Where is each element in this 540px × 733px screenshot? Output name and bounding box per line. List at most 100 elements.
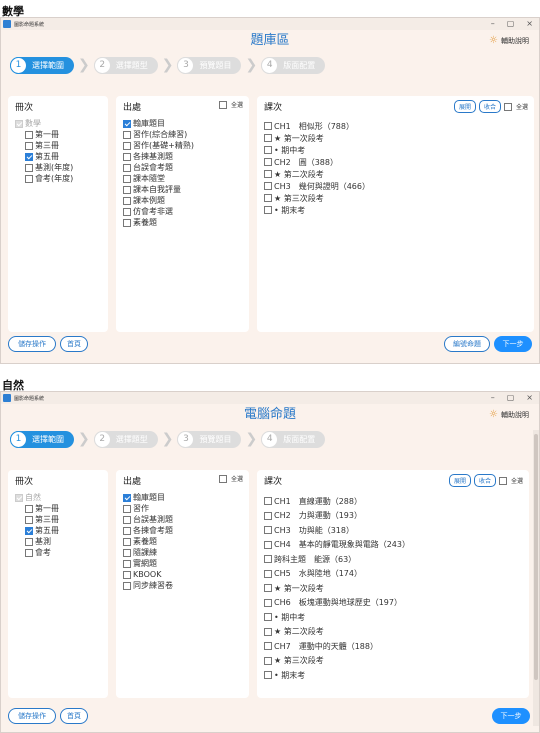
save-operation-button[interactable]: 儲存操作 [8, 708, 56, 724]
step-2[interactable]: 2 選擇題型 [93, 56, 158, 74]
help-label: 輔助說明 [501, 410, 529, 419]
lesson-item[interactable]: • 期中考 [264, 610, 522, 625]
step-4[interactable]: 4 版面配置 [261, 56, 326, 74]
volume-item[interactable]: 第一冊 [15, 129, 101, 140]
source-item[interactable]: 習作(基礎+精熟) [123, 140, 242, 151]
help-label: 輔助說明 [501, 36, 529, 45]
minimize-icon[interactable]: – [491, 19, 495, 28]
next-step-button[interactable]: 下一步 [492, 708, 530, 724]
select-all-checkbox[interactable]: 全選 [218, 100, 243, 109]
lightbulb-icon: ☼ [489, 409, 498, 420]
lesson-item[interactable]: ★ 第三次段考 [264, 654, 522, 669]
source-title: 出處 [123, 102, 142, 113]
lesson-item[interactable]: CH2 圓（388） [264, 156, 527, 168]
help-button[interactable]: ☼ 輔助說明 [489, 35, 529, 46]
lesson-item[interactable]: CH5 水與陸地（174） [264, 567, 522, 582]
help-button[interactable]: ☼ 輔助說明 [489, 409, 529, 420]
lesson-item[interactable]: • 期末考 [264, 668, 522, 683]
volume-item[interactable]: 會考(年度) [15, 173, 101, 184]
select-all-checkbox[interactable]: 全選 [218, 474, 243, 483]
home-button[interactable]: 首頁 [60, 336, 88, 352]
source-item[interactable]: 課本隨堂 [123, 173, 242, 184]
lesson-item[interactable]: CH3 幾何與證明（466） [264, 180, 527, 192]
source-item[interactable]: 課本例題 [123, 195, 242, 206]
step-1[interactable]: 1 選擇範圍 [10, 56, 74, 74]
select-all-checkbox[interactable]: 全選 [503, 102, 528, 111]
source-item[interactable]: 各揀基測題 [123, 151, 242, 162]
lesson-item[interactable]: ★ 第一次段考 [264, 132, 527, 144]
source-item[interactable]: 各揀會考題 [123, 525, 242, 536]
scroll-thumb[interactable] [534, 434, 538, 680]
lesson-item[interactable]: CH2 力與運動（193） [264, 509, 522, 524]
step-3[interactable]: 3 預覽題目 [177, 56, 242, 74]
app-title: 圖影命題系統 [14, 395, 45, 402]
step-1[interactable]: 1 選擇範圍 [10, 430, 74, 448]
source-item[interactable]: 隨課練 [123, 547, 242, 558]
source-item[interactable]: 課本自我評量 [123, 184, 242, 195]
source-item[interactable]: 台誤會考題 [123, 162, 242, 173]
volume-item[interactable]: 第五冊 [15, 525, 101, 536]
source-item[interactable]: 素養題 [123, 217, 242, 228]
source-item[interactable]: 仿會考非選 [123, 206, 242, 217]
source-item[interactable]: KBOOK [123, 569, 242, 580]
maximize-icon[interactable]: ▢ [507, 19, 515, 28]
volume-item[interactable]: 第五冊 [15, 151, 101, 162]
next-step-button[interactable]: 下一步 [494, 336, 532, 352]
source-item[interactable]: 習作 [123, 503, 242, 514]
chevron-right-icon: ❯ [161, 57, 174, 73]
step-4[interactable]: 4 版面配置 [261, 430, 326, 448]
collapse-button[interactable]: 收合 [478, 100, 501, 113]
lesson-item[interactable]: CH7 運動中的天體（188） [264, 639, 522, 654]
lesson-item[interactable]: • 期末考 [264, 204, 527, 216]
source-item[interactable]: 翰庫題目 [123, 492, 242, 503]
app-window-science: 圖影命題系統 – ▢ × 電腦命題 ☼ 輔助說明 1 選擇範圍 ❯ 2 選擇題型 ❯… [0, 391, 540, 733]
step-3[interactable]: 3 預覽題目 [177, 430, 242, 448]
lesson-item[interactable]: ★ 第二次段考 [264, 168, 527, 180]
footer-bar: 儲存操作 首頁 下一步 [1, 708, 539, 732]
volume-item[interactable]: 基測 [15, 536, 101, 547]
numbered-question-button[interactable]: 編號命題 [444, 336, 490, 352]
step-2[interactable]: 2 選擇題型 [93, 430, 158, 448]
volume-title: 冊次 [15, 476, 34, 487]
lesson-item[interactable]: CH1 直線運動（288） [264, 494, 522, 509]
volume-item[interactable]: 第三冊 [15, 514, 101, 525]
source-item[interactable]: 素養題 [123, 536, 242, 547]
maximize-icon[interactable]: ▢ [507, 393, 515, 402]
source-title: 出處 [123, 476, 142, 487]
collapse-button[interactable]: 收合 [473, 474, 496, 487]
step-indicator: 1 選擇範圍 ❯ 2 選擇題型 ❯ 3 預覽題目 ❯ 4 版面配置 [1, 52, 539, 78]
chevron-right-icon: ❯ [245, 57, 258, 73]
expand-button[interactable]: 展開 [453, 100, 476, 113]
expand-button[interactable]: 展開 [448, 474, 471, 487]
page-title: 電腦命題 [243, 407, 296, 422]
source-item[interactable]: 習作(綜合練習) [123, 129, 242, 140]
source-item[interactable]: 同步練習卷 [123, 580, 242, 591]
lesson-item[interactable]: CH6 板塊運動與地球歷史（197） [264, 596, 522, 611]
lesson-item[interactable]: 跨科主題 能源（63） [264, 552, 522, 567]
lesson-item[interactable]: CH1 相似形（788） [264, 120, 527, 132]
volume-item[interactable]: 基測(年度) [15, 162, 101, 173]
chevron-right-icon: ❯ [245, 431, 258, 447]
volume-title: 冊次 [15, 102, 34, 113]
home-button[interactable]: 首頁 [60, 708, 88, 724]
lesson-item[interactable]: ★ 第一次段考 [264, 581, 522, 596]
volume-item[interactable]: 第一冊 [15, 503, 101, 514]
title-bar: 圖影命題系統 – ▢ × [1, 392, 539, 404]
source-item[interactable]: 台誤基測題 [123, 514, 242, 525]
source-item[interactable]: 翰庫題目 [123, 118, 242, 129]
lesson-item[interactable]: • 期中考 [264, 144, 527, 156]
scrollbar[interactable] [533, 430, 539, 726]
lesson-item[interactable]: ★ 第三次段考 [264, 192, 527, 204]
lesson-item[interactable]: ★ 第二次段考 [264, 625, 522, 640]
close-icon[interactable]: × [526, 19, 533, 28]
lesson-item[interactable]: CH3 功與能（318） [264, 523, 522, 538]
close-icon[interactable]: × [526, 393, 533, 402]
lesson-item[interactable]: CH4 基本的靜電現象與電路（243） [264, 538, 522, 553]
save-operation-button[interactable]: 儲存操作 [8, 336, 56, 352]
select-all-checkbox[interactable]: 全選 [498, 476, 523, 485]
volume-item[interactable]: 第三冊 [15, 140, 101, 151]
footer-bar: 儲存操作 首頁 編號命題 下一步 [1, 336, 539, 362]
source-item[interactable]: 實網題 [123, 558, 242, 569]
minimize-icon[interactable]: – [491, 393, 495, 402]
volume-item[interactable]: 會考 [15, 547, 101, 558]
